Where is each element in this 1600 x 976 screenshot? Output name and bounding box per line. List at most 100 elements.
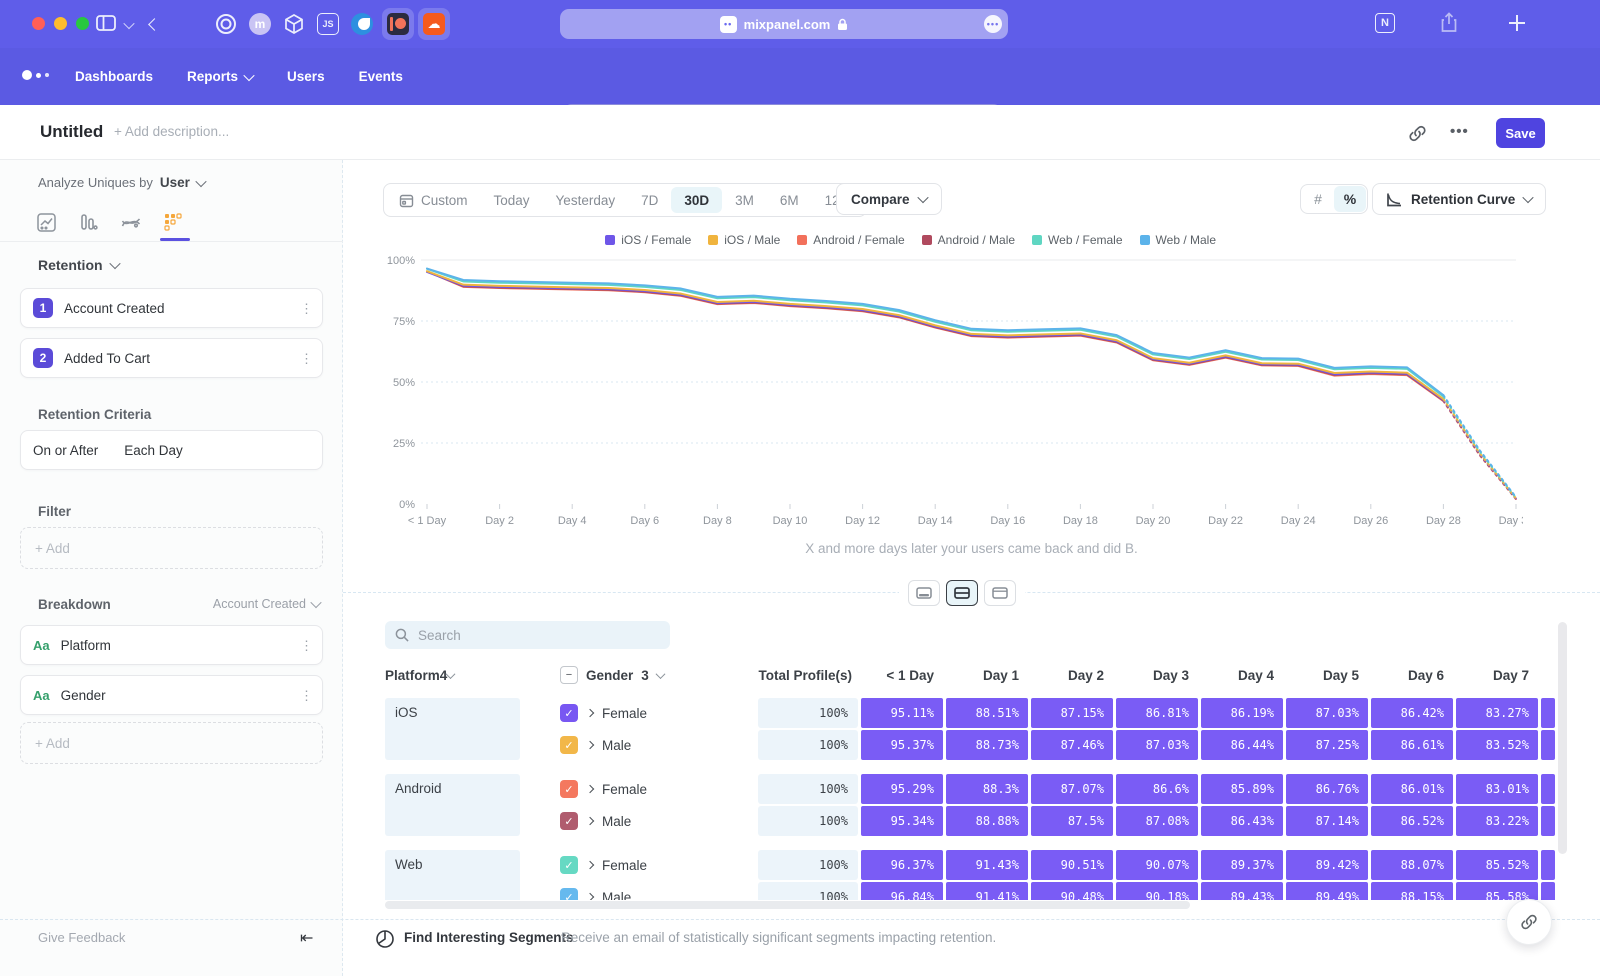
- more-options-icon[interactable]: •••: [1450, 123, 1469, 140]
- table-row[interactable]: ✓Male100%96.84%91.41%90.48%90.18%89.43%8…: [560, 882, 1556, 900]
- retention-value-cell[interactable]: 86.19%: [1201, 698, 1283, 728]
- retention-value-cell[interactable]: 91.41%: [946, 882, 1028, 900]
- range-button-yesterday[interactable]: Yesterday: [543, 187, 629, 213]
- range-button-7d[interactable]: 7D: [628, 187, 671, 213]
- step-kebab-icon[interactable]: ⋮: [300, 306, 310, 311]
- gender-column-header[interactable]: − Gender 3: [560, 666, 758, 684]
- legend-item[interactable]: Android / Male: [922, 233, 1015, 247]
- toolbar-chevron-down-icon[interactable]: [123, 18, 134, 29]
- table-row[interactable]: ✓Female100%95.11%88.51%87.15%86.81%86.19…: [560, 698, 1556, 728]
- mixpanel-logo[interactable]: [22, 70, 49, 80]
- breakdown-card-gender[interactable]: Aa Gender ⋮: [20, 675, 323, 715]
- row-checkbox[interactable]: ✓: [560, 736, 578, 754]
- platform-column-header[interactable]: Platform 4: [385, 668, 560, 683]
- legend-item[interactable]: Android / Female: [797, 233, 904, 247]
- horizontal-scrollbar[interactable]: [385, 901, 1190, 909]
- retention-value-cell[interactable]: 85.58%: [1456, 882, 1538, 900]
- new-tab-icon[interactable]: [1507, 13, 1527, 33]
- criteria-operator[interactable]: On or After: [33, 443, 98, 458]
- retention-value-cell[interactable]: 86.43%: [1201, 806, 1283, 836]
- breakdown-kebab-icon[interactable]: ⋮: [300, 643, 310, 648]
- criteria-value[interactable]: Each Day: [124, 443, 183, 458]
- back-icon[interactable]: [148, 18, 161, 31]
- retention-value-cell[interactable]: 85.89%: [1201, 774, 1283, 804]
- retention-value-cell[interactable]: 87.15%: [1031, 698, 1113, 728]
- step-card-account-created[interactable]: 1 Account Created ⋮: [20, 288, 323, 328]
- unit-toggle-percent[interactable]: %: [1334, 186, 1366, 212]
- save-button[interactable]: Save: [1496, 118, 1545, 148]
- analyze-value-dropdown[interactable]: User: [160, 175, 190, 190]
- tab-retention-icon[interactable]: [160, 210, 188, 234]
- sidebar-toggle-icon[interactable]: [96, 14, 116, 32]
- row-checkbox[interactable]: ✓: [560, 704, 578, 722]
- retention-value-cell[interactable]: 90.51%: [1031, 850, 1113, 880]
- legend-item[interactable]: Web / Female: [1032, 233, 1122, 247]
- address-bar[interactable]: •• mixpanel.com •••: [560, 9, 1008, 39]
- range-button-3m[interactable]: 3M: [722, 187, 767, 213]
- compare-button[interactable]: Compare: [836, 183, 942, 215]
- soundcloud-tab-icon[interactable]: ☁: [418, 8, 450, 40]
- range-button-6m[interactable]: 6M: [767, 187, 812, 213]
- bird-tab-icon[interactable]: [346, 8, 378, 40]
- retention-value-cell[interactable]: 87.03%: [1116, 730, 1198, 760]
- breakdown-kebab-icon[interactable]: ⋮: [300, 693, 310, 698]
- retention-value-cell[interactable]: 87.14%: [1286, 806, 1368, 836]
- patreon-tab-icon[interactable]: [382, 8, 414, 40]
- collapse-sidebar-icon[interactable]: ⇤: [300, 928, 313, 948]
- retention-value-cell[interactable]: 86.76%: [1286, 774, 1368, 804]
- legend-item[interactable]: iOS / Female: [605, 233, 691, 247]
- breakdown-scope-dropdown[interactable]: Account Created: [213, 597, 320, 611]
- site-options-icon[interactable]: •••: [984, 15, 1002, 33]
- retention-value-cell[interactable]: 83.52%: [1456, 730, 1538, 760]
- tab-flows-icon[interactable]: [117, 210, 145, 234]
- retention-value-cell[interactable]: 91.43%: [946, 850, 1028, 880]
- breakdown-card-platform[interactable]: Aa Platform ⋮: [20, 625, 323, 665]
- expand-chevron-icon[interactable]: [586, 785, 594, 793]
- notion-extension-icon[interactable]: N: [1375, 13, 1395, 33]
- breakdown-add-button[interactable]: + Add: [20, 722, 323, 764]
- retention-value-cell[interactable]: 95.29%: [861, 774, 943, 804]
- retention-value-cell[interactable]: 96.84%: [861, 882, 943, 900]
- retention-value-cell[interactable]: 90.07%: [1116, 850, 1198, 880]
- retention-value-cell[interactable]: 86.52%: [1371, 806, 1453, 836]
- js-tab-icon[interactable]: JS: [312, 8, 344, 40]
- retention-value-cell[interactable]: 96.37%: [861, 850, 943, 880]
- retention-value-cell[interactable]: 95.34%: [861, 806, 943, 836]
- layout-chart-only-button[interactable]: [908, 580, 940, 606]
- window-zoom-button[interactable]: [76, 17, 89, 30]
- row-checkbox[interactable]: ✓: [560, 888, 578, 900]
- retention-value-cell[interactable]: 89.49%: [1286, 882, 1368, 900]
- step-card-added-to-cart[interactable]: 2 Added To Cart ⋮: [20, 338, 323, 378]
- table-row[interactable]: ✓Female100%95.29%88.3%87.07%86.6%85.89%8…: [560, 774, 1556, 804]
- find-segments-button[interactable]: Find Interesting Segments: [404, 930, 574, 945]
- retention-value-cell[interactable]: 86.81%: [1116, 698, 1198, 728]
- report-title[interactable]: Untitled: [40, 122, 103, 142]
- expand-chevron-icon[interactable]: [586, 741, 594, 749]
- platform-cell[interactable]: Web: [385, 850, 520, 900]
- retention-value-cell[interactable]: 90.18%: [1116, 882, 1198, 900]
- retention-value-cell[interactable]: 87.46%: [1031, 730, 1113, 760]
- retention-value-cell[interactable]: 87.25%: [1286, 730, 1368, 760]
- cube-tab-icon[interactable]: [278, 8, 310, 40]
- share-icon[interactable]: [1440, 12, 1458, 33]
- retention-value-cell[interactable]: 83.01%: [1456, 774, 1538, 804]
- range-button-30d[interactable]: 30D: [671, 187, 722, 213]
- retention-value-cell[interactable]: 86.61%: [1371, 730, 1453, 760]
- row-checkbox[interactable]: ✓: [560, 812, 578, 830]
- retention-value-cell[interactable]: 83.22%: [1456, 806, 1538, 836]
- give-feedback-link[interactable]: Give Feedback: [38, 930, 125, 945]
- platform-cell[interactable]: iOS: [385, 698, 520, 760]
- legend-item[interactable]: Web / Male: [1140, 233, 1216, 247]
- expand-chevron-icon[interactable]: [586, 861, 594, 869]
- table-row[interactable]: ✓Male100%95.34%88.88%87.5%87.08%86.43%87…: [560, 806, 1556, 836]
- range-button-custom[interactable]: Custom: [386, 187, 481, 213]
- retention-value-cell[interactable]: 86.6%: [1116, 774, 1198, 804]
- criteria-card[interactable]: On or After Each Day: [20, 430, 323, 470]
- layout-table-only-button[interactable]: [984, 580, 1016, 606]
- retention-value-cell[interactable]: 88.07%: [1371, 850, 1453, 880]
- filter-add-button[interactable]: + Add: [20, 527, 323, 569]
- vertical-scrollbar[interactable]: [1558, 622, 1567, 854]
- copy-link-icon[interactable]: [1408, 124, 1427, 143]
- layout-split-button[interactable]: [946, 580, 978, 606]
- expand-chevron-icon[interactable]: [586, 709, 594, 717]
